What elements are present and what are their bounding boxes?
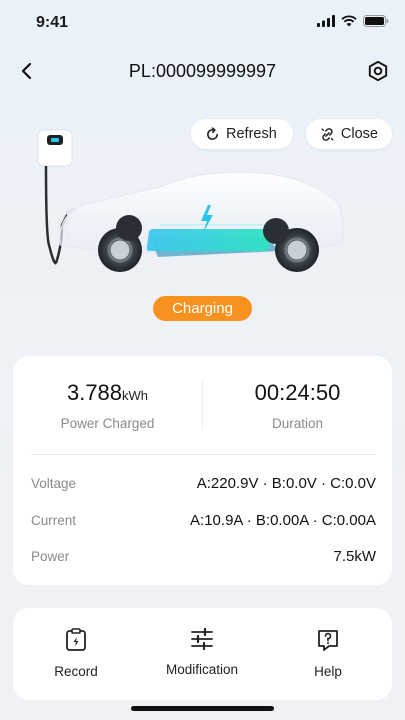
card-divider [31,454,376,455]
charging-illustration [37,129,344,272]
settings-button[interactable] [365,58,391,84]
actions-card: Record Modification Help [13,608,392,700]
current-value: A:10.9A · B:0.00A · C:0.00A [190,512,376,529]
record-label: Record [54,664,98,679]
modification-button[interactable]: Modification [139,608,265,700]
sliders-icon [191,628,213,650]
duration-value: 00:24:50 [254,380,341,405]
hexagon-gear-icon [368,60,388,82]
power-row: Power 7.5kW [31,548,376,565]
status-time: 9:41 [36,14,69,31]
help-icon [318,630,338,651]
power-value: 7.5kW [333,548,376,565]
duration-label: Duration [271,416,324,431]
record-button[interactable]: Record [13,608,139,700]
modification-label: Modification [165,662,239,677]
charging-stats-card: 3.788kWh Power Charged 00:24:50 Duration… [13,356,392,585]
duration-stat: 00:24:50 Duration [203,380,392,431]
voltage-label: Voltage [31,476,77,491]
charging-status-badge: Charging [153,296,252,321]
wifi-icon [341,15,357,27]
help-button[interactable]: Help [265,608,391,700]
status-icons [317,15,389,27]
page-title: PL:000099999997 [128,61,277,81]
voltage-row: Voltage A:220.9V · B:0.0V · C:0.0V [31,475,376,492]
power-label: Power [31,549,70,564]
home-indicator[interactable] [131,706,274,711]
voltage-value: A:220.9V · B:0.0V · C:0.0V [196,475,376,492]
power-charged-unit: kWh [122,388,149,403]
current-label: Current [31,513,77,528]
power-charged-stat: 3.788kWh Power Charged [13,380,202,431]
battery-icon [363,15,389,27]
signal-icon [317,15,335,27]
power-charged-label: Power Charged [60,416,155,431]
current-row: Current A:10.9A · B:0.00A · C:0.00A [31,512,376,529]
power-charged-value: 3.788 [66,380,123,405]
record-icon [66,628,86,651]
help-label: Help [314,664,342,679]
